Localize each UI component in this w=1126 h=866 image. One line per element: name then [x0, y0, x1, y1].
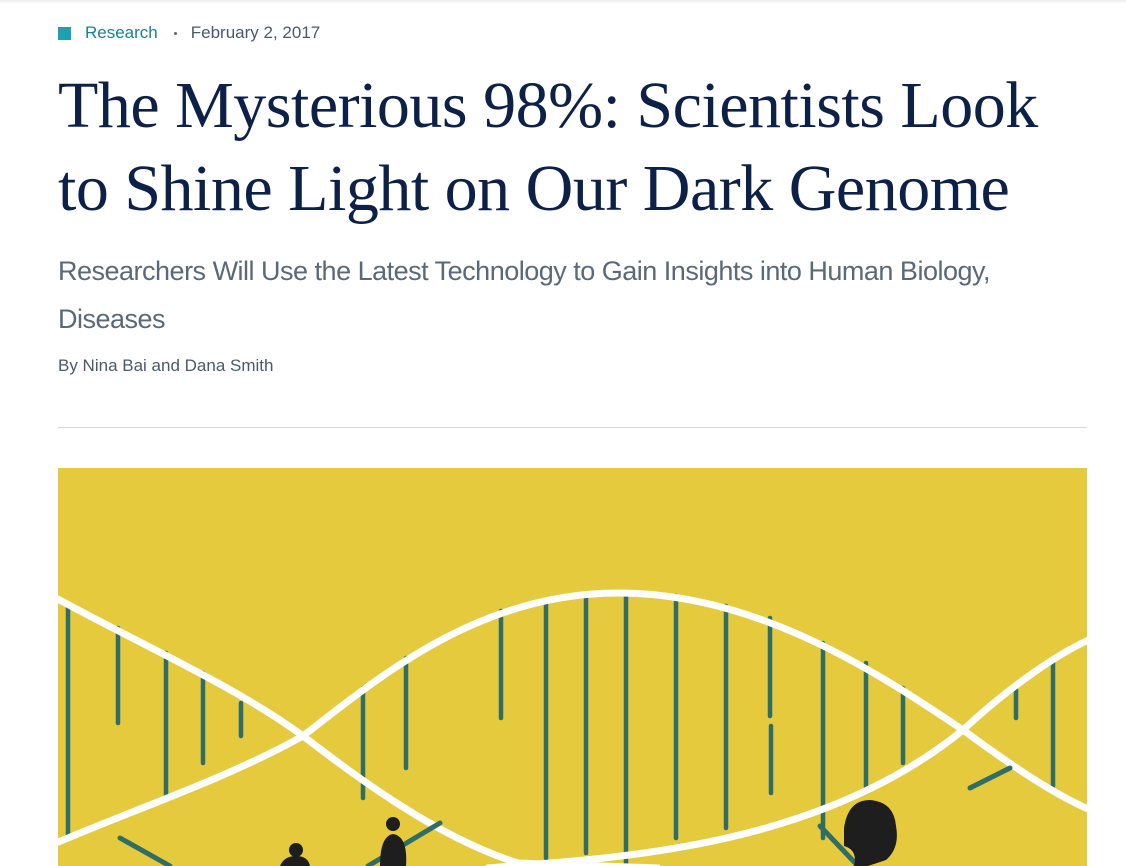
article-meta: Research February 2, 2017 — [58, 22, 320, 44]
hero-image — [58, 468, 1087, 866]
article-title: The Mysterious 98%: Scientists Look to S… — [58, 69, 1038, 225]
category-square-icon — [58, 26, 71, 40]
article-subtitle: Researchers Will Use the Latest Technolo… — [58, 256, 991, 334]
divider — [58, 427, 1087, 428]
category-link[interactable]: Research — [85, 23, 158, 43]
byline: By Nina Bai and Dana Smith — [58, 356, 274, 375]
top-shadow — [0, 0, 1126, 4]
publish-date: February 2, 2017 — [190, 23, 321, 42]
separator-dot-icon — [173, 31, 177, 35]
dna-helix-illustration — [58, 468, 1087, 866]
